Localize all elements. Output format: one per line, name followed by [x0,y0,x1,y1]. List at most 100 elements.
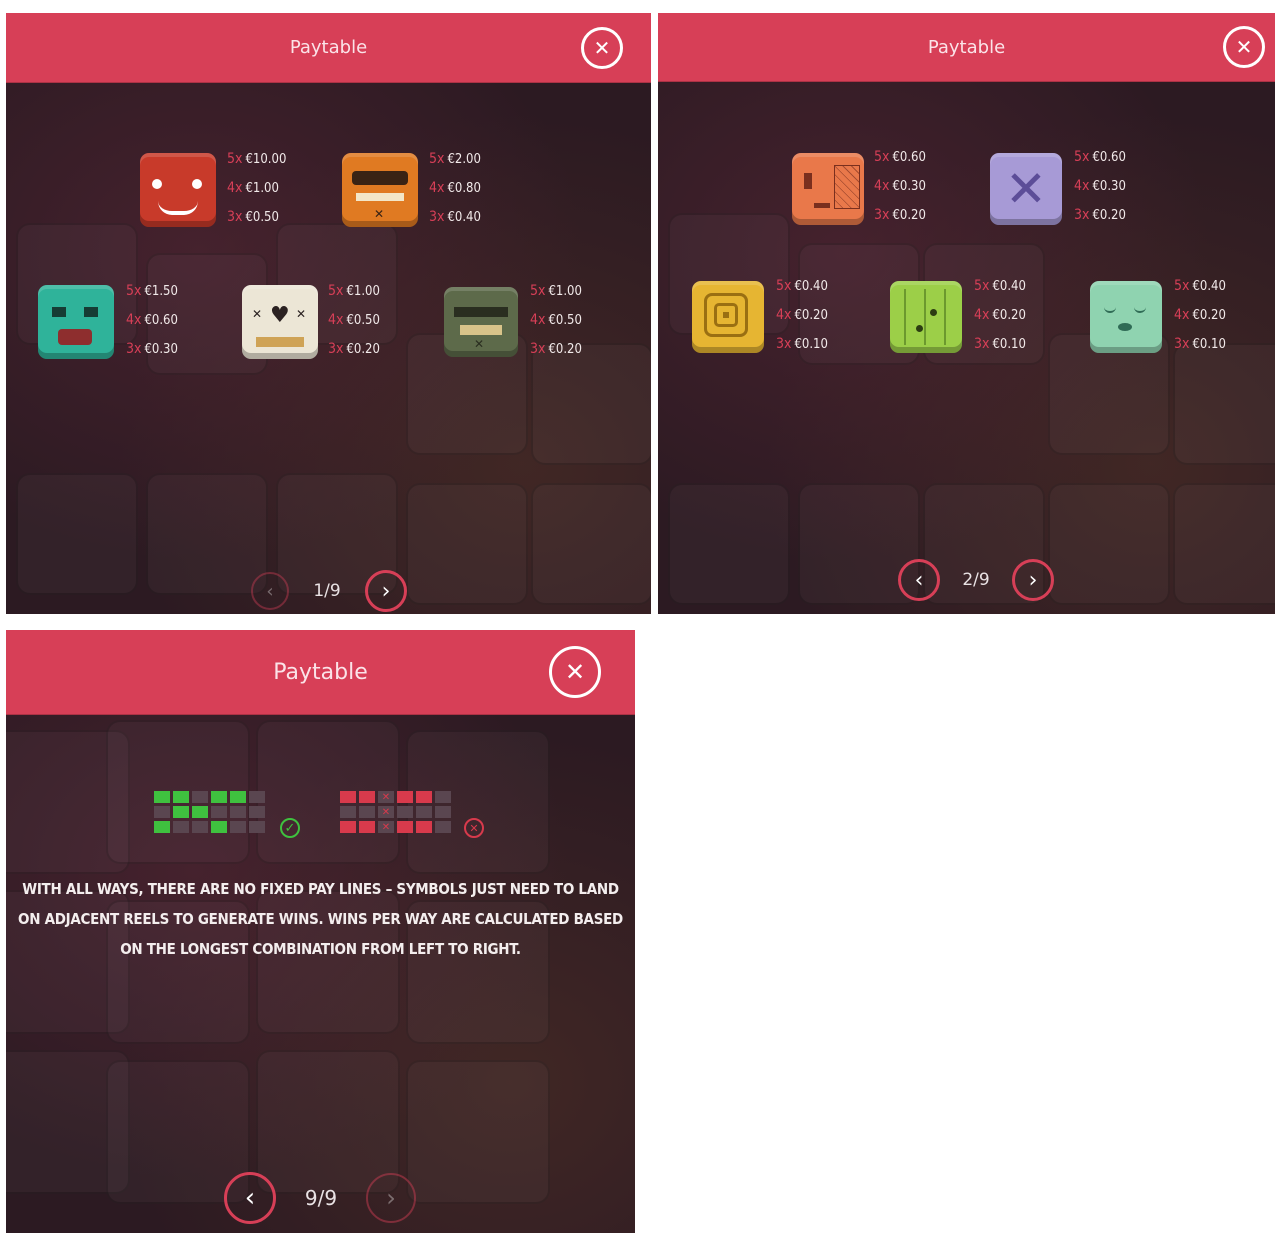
pay-list-red-mask: 5x €10.00 4x €1.00 3x €0.50 [227,145,286,232]
purple-x-block-icon: ✕ [990,153,1062,225]
pay-row: 5x €2.00 [429,151,481,167]
chevron-right-icon: › [381,578,391,604]
info-line: WITH ALL WAYS, THERE ARE NO FIXED PAY LI… [22,880,619,898]
pay-row: 4x €0.20 [776,307,828,323]
prev-page-button[interactable]: ‹ [251,572,289,610]
grid-cell [192,791,208,803]
pay-row: 3x €0.20 [874,207,926,223]
pay-list-mint-face-block: 5x €0.40 4x €0.20 3x €0.10 [1174,272,1226,359]
red-mask-icon [140,153,216,227]
prev-page-button[interactable]: ‹ [224,1172,276,1224]
next-page-button[interactable]: › [1012,559,1054,601]
pay-row: 3x €0.30 [126,341,178,357]
page-indicator: 1/9 [313,581,341,601]
pay-list-teal-mask: 5x €1.50 4x €0.60 3x €0.30 [126,277,178,364]
close-icon: ✕ [1235,35,1253,59]
page-indicator: 2/9 [962,570,990,590]
pay-row: 5x €1.00 [530,283,582,299]
grid-cell [435,821,451,833]
chevron-right-icon: › [1028,567,1038,593]
paytable-header: Paytable ✕ [6,13,651,83]
pay-row: 5x €0.60 [1074,149,1126,165]
grid-cell [416,791,432,803]
valid-ways-grid [154,791,265,833]
grid-cell [359,791,375,803]
pay-row: 4x €0.20 [974,307,1026,323]
grid-cell [340,821,356,833]
grid-cell [397,806,413,818]
all-ways-description: WITH ALL WAYS, THERE ARE NO FIXED PAY LI… [6,874,635,964]
pay-list-skull-mask: 5x €1.00 4x €0.50 3x €0.20 [328,277,380,364]
grid-cell [154,791,170,803]
orange-patch-block-icon [792,153,864,225]
grid-cell [249,791,265,803]
pay-list-purple-x-block: 5x €0.60 4x €0.30 3x €0.20 [1074,143,1126,230]
pay-row: 5x €1.50 [126,283,178,299]
page-indicator: 9/9 [304,1186,338,1210]
grid-cell [249,806,265,818]
next-page-button[interactable]: › [365,570,407,612]
chevron-left-icon: ‹ [914,567,924,593]
grid-cell [211,791,227,803]
pay-row: 3x €0.50 [227,209,279,225]
grid-cell [154,806,170,818]
chevron-right-icon: › [386,1184,396,1212]
grid-cell [340,791,356,803]
grid-cell [192,821,208,833]
page-title: Paytable [289,37,368,58]
grid-cell: ✕ [378,791,394,803]
grid-cell [397,791,413,803]
check-circle-icon: ✓ [280,818,300,838]
grid-cell [416,821,432,833]
pay-row: 5x €10.00 [227,151,287,167]
grid-cell: ✕ [378,821,394,833]
pay-row: 4x €0.50 [530,312,582,328]
grid-cell [249,821,265,833]
grid-cell [173,821,189,833]
close-icon: ✕ [564,658,586,686]
pay-row: 5x €0.60 [874,149,926,165]
page-title: Paytable [273,659,368,685]
pay-row: 3x €0.10 [776,336,828,352]
next-page-button[interactable]: › [366,1173,416,1223]
pagination: ‹ 2/9 › [898,559,1054,601]
grid-cell [211,806,227,818]
invalid-ways-grid: ✕ ✕ ✕ [340,791,451,833]
close-button[interactable]: ✕ [549,646,601,698]
pay-row: 3x €0.40 [429,209,481,225]
pay-row: 3x €0.20 [530,341,582,357]
mint-face-block-icon [1090,281,1162,353]
teal-mask-icon [38,285,114,359]
page-title: Paytable [927,36,1006,58]
x-circle-icon: ✕ [464,818,484,838]
pay-row: 4x €0.20 [1174,307,1226,323]
grid-cell [397,821,413,833]
close-button[interactable]: ✕ [581,27,623,69]
pay-list-green-mask: 5x €1.00 4x €0.50 3x €0.20 [530,277,582,364]
grid-cell [173,791,189,803]
grid-cell: ✕ [378,806,394,818]
pay-row: 4x €0.30 [1074,178,1126,194]
info-line: ON THE LONGEST COMBINATION FROM LEFT TO … [120,940,521,958]
pagination: ‹ 9/9 › [224,1172,416,1224]
grid-cell [154,821,170,833]
skull-mask-icon: ✕ ✕ ♥ [242,285,318,359]
prev-page-button[interactable]: ‹ [898,559,940,601]
paytable-header: Paytable ✕ [6,630,635,715]
grid-cell [230,791,246,803]
grid-cell [416,806,432,818]
pay-row: 5x €1.00 [328,283,380,299]
pay-row: 4x €0.60 [126,312,178,328]
chevron-left-icon: ‹ [266,580,274,602]
info-line: ON ADJACENT REELS TO GENERATE WINS. WINS… [18,910,623,928]
pay-row: 3x €0.20 [328,341,380,357]
grid-cell [211,821,227,833]
pay-row: 3x €0.10 [974,336,1026,352]
yellow-spiral-block-icon [692,281,764,353]
pay-list-green-dots-block: 5x €0.40 4x €0.20 3x €0.10 [974,272,1026,359]
close-button[interactable]: ✕ [1223,26,1265,68]
pay-row: 4x €0.80 [429,180,481,196]
green-dots-block-icon [890,281,962,353]
grid-cell [173,806,189,818]
pay-list-orange-mask: 5x €2.00 4x €0.80 3x €0.40 [429,145,481,232]
